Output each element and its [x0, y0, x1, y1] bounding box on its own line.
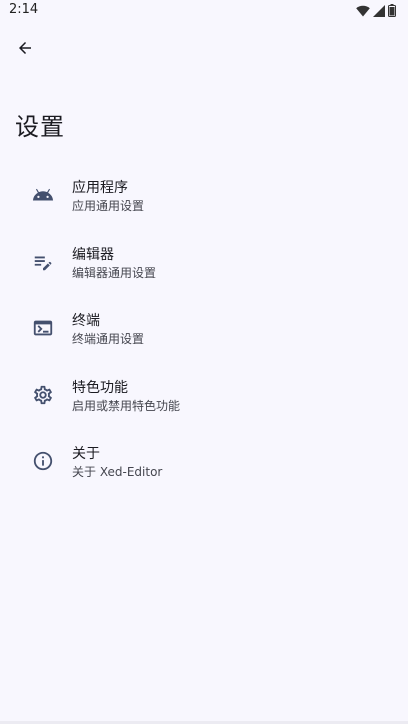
settings-item-apps[interactable]: 应用程序 应用通用设置	[0, 167, 408, 234]
settings-item-subtitle: 编辑器通用设置	[72, 265, 157, 280]
settings-item-title: 编辑器	[72, 246, 114, 263]
status-time: 2:14	[9, 2, 39, 17]
signal-icon	[373, 4, 385, 17]
terminal-icon	[32, 317, 54, 339]
status-bar: 2:14	[0, 0, 408, 22]
battery-icon	[388, 4, 396, 17]
settings-item-features[interactable]: 特色功能 启用或禁用特色功能	[0, 367, 408, 434]
info-icon	[32, 450, 54, 472]
settings-item-title: 特色功能	[72, 379, 128, 396]
settings-item-title: 应用程序	[72, 180, 128, 196]
settings-item-terminal[interactable]: 终端 终端通用设置	[0, 300, 408, 367]
status-icons	[356, 4, 396, 17]
settings-item-title: 关于	[72, 446, 100, 462]
android-icon	[32, 184, 54, 206]
settings-item-title: 终端	[72, 313, 100, 329]
settings-item-subtitle: 启用或禁用特色功能	[72, 398, 181, 413]
edit-notes-icon	[32, 251, 54, 273]
settings-item-subtitle: 终端通用设置	[72, 332, 145, 346]
settings-item-about[interactable]: 关于 关于 Xed-Editor	[0, 433, 408, 500]
settings-item-editor[interactable]: 编辑器 编辑器通用设置	[0, 234, 408, 301]
wifi-icon	[356, 5, 370, 17]
arrow-back-icon	[16, 39, 34, 61]
page-title: 设置	[15, 113, 65, 141]
settings-list: 应用程序 应用通用设置 编辑器 编辑器通用设置 终端 终端通用设置 特色功能 启…	[0, 167, 408, 500]
settings-item-subtitle: 应用通用设置	[72, 199, 145, 213]
back-button[interactable]	[11, 36, 39, 64]
settings-item-subtitle: 关于 Xed-Editor	[72, 465, 163, 479]
gear-icon	[32, 384, 54, 406]
